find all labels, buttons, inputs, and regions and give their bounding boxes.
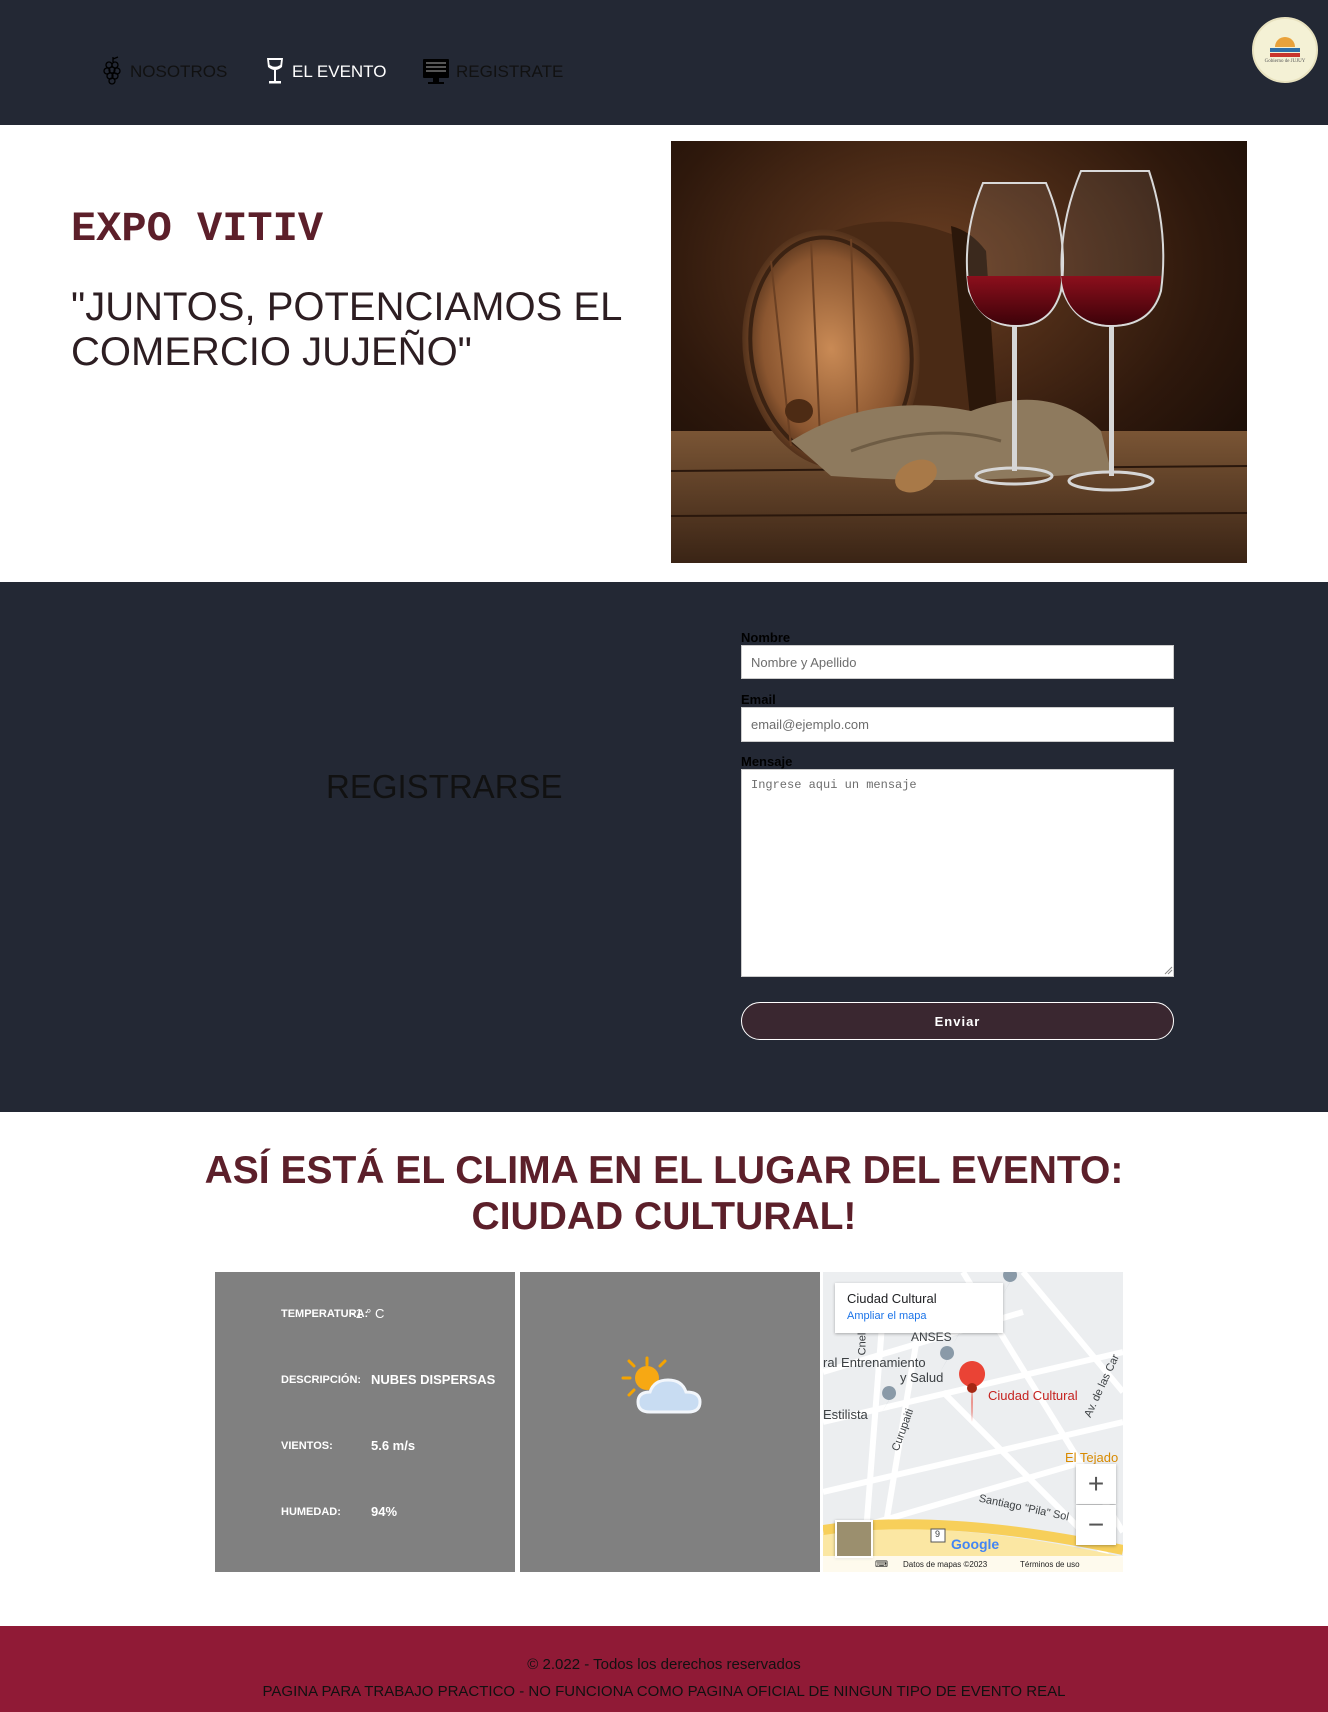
- grapes-icon: [103, 56, 121, 85]
- resize-handle-icon[interactable]: [1163, 965, 1173, 975]
- hero-slogan: "JUNTOS, POTENCIAMOS EL COMERCIO JUJEÑO": [71, 285, 621, 374]
- embedded-map[interactable]: Ciudad Cultural Ampliar el mapa Ciudad C…: [823, 1272, 1123, 1572]
- map-label-estilista: Estilista: [823, 1407, 868, 1422]
- weather-row-wind: VIENTOS: 5.6 m/s: [281, 1438, 415, 1453]
- name-label: Nombre: [741, 630, 791, 645]
- top-navbar: NOSOTROS EL EVENTO REGISTRATE Gobierno d…: [0, 0, 1328, 125]
- weather-data-panel: TEMPERATURA: -1 ° C DESCRIPCIÓN: NUBES D…: [215, 1272, 515, 1572]
- partly-cloudy-icon: [621, 1356, 702, 1414]
- page-footer: © 2.022 - Todos los derechos reservados …: [0, 1626, 1328, 1712]
- government-logo[interactable]: Gobierno de JUJUY: [1252, 17, 1318, 83]
- wind-value: 5.6 m/s: [371, 1438, 416, 1453]
- keyboard-icon[interactable]: ⌨: [875, 1559, 888, 1570]
- submit-button[interactable]: Enviar: [741, 1002, 1174, 1040]
- weather-row-description: DESCRIPCIÓN: NUBES DISPERSAS: [281, 1372, 495, 1387]
- logo-band-red: [1270, 52, 1300, 57]
- hero-section: EXPO VITIV "JUNTOS, POTENCIAMOS EL COMER…: [0, 125, 1328, 582]
- map-label-cnel: Cnel: [856, 1332, 869, 1356]
- message-textarea[interactable]: [741, 769, 1174, 977]
- nav-link-registrate[interactable]: REGISTRATE: [422, 50, 563, 86]
- weather-row-temperature: TEMPERATURA: -1 ° C: [281, 1306, 384, 1321]
- hero-title: EXPO VITIV: [71, 205, 324, 253]
- nav-link-nosotros[interactable]: NOSOTROS: [102, 50, 227, 86]
- footer-disclaimer: PAGINA PARA TRABAJO PRACTICO - NO FUNCIO…: [262, 1683, 1066, 1700]
- map-label-entrenamiento: ral Entrenamiento: [823, 1355, 926, 1370]
- nav-label-nosotros: NOSOTROS: [130, 62, 228, 81]
- wine-barrel-photo: [671, 141, 1247, 563]
- email-label: Email: [741, 692, 776, 707]
- humidity-key: HUMEDAD:: [281, 1505, 341, 1518]
- email-input[interactable]: [741, 707, 1174, 742]
- satellite-toggle[interactable]: [835, 1520, 873, 1558]
- nav-label-el-evento: EL EVENTO: [292, 62, 387, 81]
- zoom-out-button[interactable]: −: [1076, 1505, 1116, 1545]
- map-footer-bar: ⌨ Datos de mapas ©2023 Términos de uso: [823, 1556, 1123, 1572]
- google-logo: Google: [951, 1536, 1000, 1552]
- description-key: DESCRIPCIÓN:: [281, 1373, 362, 1386]
- map-expand-link[interactable]: Ampliar el mapa: [847, 1310, 991, 1322]
- map-label-anses: ANSES: [911, 1330, 952, 1344]
- logo-band-blue: [1270, 47, 1300, 52]
- nav-link-el-evento[interactable]: EL EVENTO: [264, 50, 386, 86]
- logo-sun-shape: [1275, 36, 1295, 47]
- map-label-tejado: El Tejado: [1065, 1450, 1119, 1465]
- zoom-in-button[interactable]: +: [1076, 1464, 1116, 1504]
- map-place-card: Ciudad Cultural Ampliar el mapa: [835, 1283, 1003, 1333]
- weather-heading: ASÍ ESTÁ EL CLIMA EN EL LUGAR DEL EVENTO…: [0, 1148, 1328, 1240]
- wind-key: VIENTOS:: [281, 1439, 333, 1452]
- logo-caption: Gobierno de JUJUY: [1264, 58, 1306, 64]
- wine-glass-icon: [267, 58, 283, 84]
- humidity-value: 94%: [371, 1504, 398, 1519]
- map-route-badge: 9: [935, 1529, 941, 1539]
- map-label-salud: y Salud: [900, 1370, 944, 1385]
- name-input[interactable]: [741, 645, 1174, 679]
- nav-label-registrate: REGISTRATE: [456, 62, 564, 81]
- weather-icon-panel: [520, 1272, 820, 1572]
- map-data-text: Datos de mapas ©2023: [903, 1560, 988, 1569]
- description-value: NUBES DISPERSAS: [371, 1372, 496, 1387]
- weather-heading-line2: CIUDAD CULTURAL!: [471, 1195, 857, 1238]
- registration-section: REGISTRARSE Nombre Email Mensaje Enviar: [0, 582, 1328, 1112]
- computer-icon: [423, 59, 449, 84]
- weather-row-humidity: HUMEDAD: 94%: [281, 1504, 397, 1519]
- weather-heading-line1: ASÍ ESTÁ EL CLIMA EN EL LUGAR DEL EVENTO…: [204, 1149, 1124, 1192]
- registration-title: REGISTRARSE: [326, 768, 563, 805]
- map-terms-link[interactable]: Términos de uso: [1020, 1560, 1080, 1569]
- footer-copyright: © 2.022 - Todos los derechos reservados: [527, 1656, 801, 1673]
- map-place-title: Ciudad Cultural: [847, 1291, 937, 1306]
- temperature-value: -1 ° C: [351, 1306, 385, 1321]
- message-label: Mensaje: [741, 754, 793, 769]
- map-label-pin[interactable]: Ciudad Cultural: [988, 1388, 1078, 1403]
